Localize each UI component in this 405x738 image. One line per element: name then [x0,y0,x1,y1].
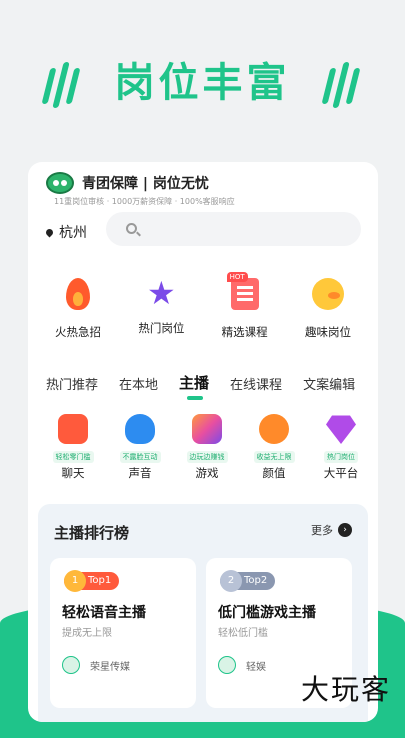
company-name: 荣星传媒 [90,661,130,673]
category-label: 精选课程 [221,325,268,339]
app-screen: 青团保障 | 岗位无忧 11重岗位审核 · 1000万薪资保障 · 100%客服… [28,162,378,722]
chat-icon [58,414,88,444]
subcategory-label: 大平台 [323,466,359,480]
tab-bar: 热门推荐 在本地 主播 在线课程 文案编辑 [46,372,378,400]
tab-copywriting[interactable]: 文案编辑 [303,374,355,393]
brand-logo-icon [46,172,74,194]
rank-badge-label: Top2 [244,575,268,586]
subcategory-tag: 轻松零门槛 [52,451,94,463]
balloon-icon [125,414,155,444]
category-grid: 火热急招 ★ 热门岗位 HOT 精选课程 趣味岗位 [38,272,368,340]
job-title: 低门槛游戏主播 [218,605,316,621]
subcategory-row: 轻松零门槛 聊天 不露脸互动 声音 边玩边赚钱 游戏 收益无上限 颜值 热门岗位… [42,414,372,481]
category-label: 热门岗位 [138,321,185,335]
tab-online-course[interactable]: 在线课程 [230,374,282,393]
location-pin-icon [44,227,55,237]
subcategory-label: 游戏 [195,466,219,480]
face-icon [259,414,289,444]
category-item-courses[interactable]: HOT 精选课程 [205,272,285,340]
job-subtitle: 轻松低门槛 [218,628,268,639]
diamond-icon [326,415,356,444]
more-label: 更多 [311,524,333,537]
document-icon [230,278,259,310]
rank-badge: 2 Top2 [220,570,276,592]
tab-streamer[interactable]: 主播 [179,372,209,400]
subcategory-chat[interactable]: 轻松零门槛 聊天 [42,414,104,481]
tab-recommend[interactable]: 热门推荐 [46,374,98,393]
company-avatar-icon [218,656,236,674]
ranking-more-link[interactable]: 更多 › [311,522,352,538]
search-input[interactable] [106,212,361,246]
location-city: 杭州 [59,225,87,241]
job-subtitle: 提成无上限 [62,628,112,639]
rank-number: 1 [64,570,86,592]
subcategory-voice[interactable]: 不露脸互动 声音 [109,414,171,481]
brand-header: 青团保障 | 岗位无忧 [46,172,209,194]
subcategory-platform[interactable]: 热门岗位 大平台 [310,414,372,481]
subcategory-looks[interactable]: 收益无上限 颜值 [243,414,305,481]
category-item-popular[interactable]: ★ 热门岗位 [121,274,201,340]
rank-badge-label: Top1 [88,575,112,586]
company-avatar-icon [62,656,80,674]
subcategory-tag: 热门岗位 [324,451,358,463]
watermark: 大玩客 [300,673,391,706]
subcategory-tag: 边玩边赚钱 [186,451,228,463]
tab-local[interactable]: 在本地 [119,374,158,393]
rank-number: 2 [220,570,242,592]
company-name: 轻娱 [246,661,266,673]
subcategory-label: 声音 [128,466,152,480]
rank-badge: 1 Top1 [64,570,120,592]
subcategory-game[interactable]: 边玩边赚钱 游戏 [176,414,238,481]
brand-title: 青团保障 | 岗位无忧 [82,176,209,192]
game-icon [192,414,222,444]
category-item-hot[interactable]: 火热急招 [38,274,118,340]
company-row: 荣星传媒 [62,656,130,674]
star-icon: ★ [146,274,176,312]
subcategory-label: 颜值 [262,466,286,480]
category-item-fun[interactable]: 趣味岗位 [288,274,368,340]
subcategory-tag: 不露脸互动 [119,451,161,463]
job-title: 轻松语音主播 [62,605,146,621]
brand-subtitle: 11重岗位审核 · 1000万薪资保障 · 100%客服响应 [54,197,235,206]
chevron-right-icon: › [338,523,352,537]
category-label: 火热急招 [55,325,101,339]
search-icon [126,223,137,234]
company-row: 轻娱 [218,656,266,674]
hot-badge: HOT [226,272,248,282]
ranking-title: 主播排行榜 [54,524,130,542]
subcategory-label: 聊天 [61,466,85,480]
fire-icon [66,278,90,310]
duck-icon [311,278,344,310]
subcategory-tag: 收益无上限 [253,451,295,463]
ranking-card[interactable]: 1 Top1 轻松语音主播 提成无上限 荣星传媒 [50,558,196,708]
category-label: 趣味岗位 [304,325,351,339]
location-selector[interactable]: 杭州 [44,222,87,242]
